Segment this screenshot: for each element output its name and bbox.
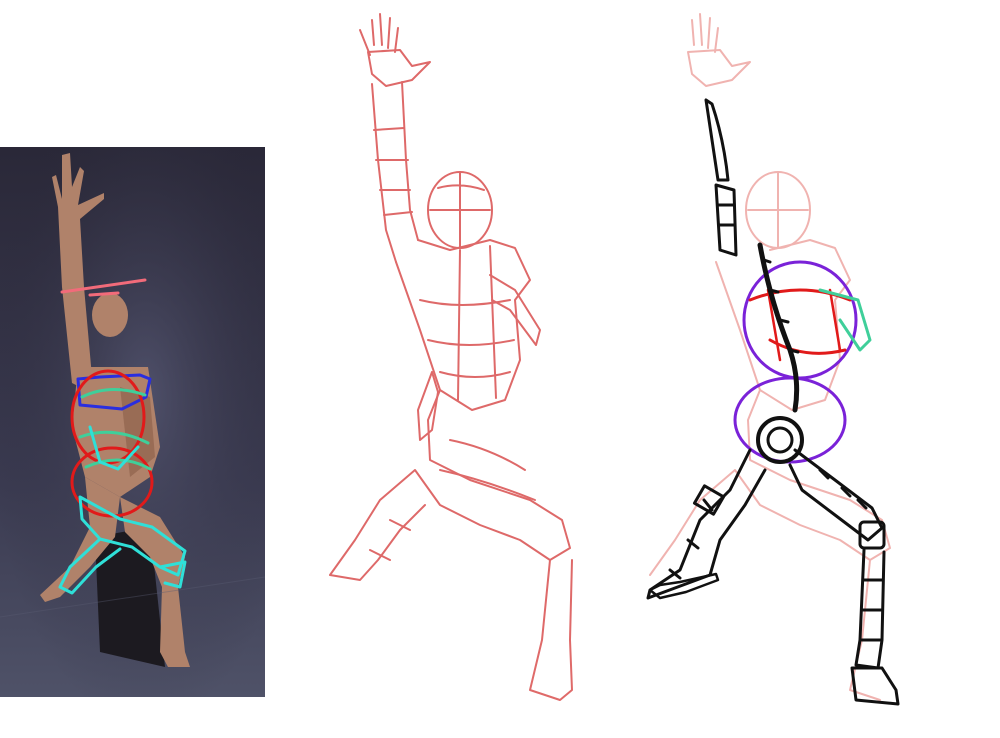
mechanical-figure <box>646 13 900 706</box>
mannequin-sketch <box>329 13 573 701</box>
mannequin-sketch-panel <box>300 0 600 738</box>
mechanical-skeleton <box>646 98 900 706</box>
torso-sketch <box>395 239 531 411</box>
mechanical-figure-panel <box>620 0 1000 738</box>
photo-reference-image <box>0 147 265 697</box>
photo-reference-panel <box>0 147 265 697</box>
legs-sketch <box>329 389 571 581</box>
raised-hand <box>359 13 399 56</box>
